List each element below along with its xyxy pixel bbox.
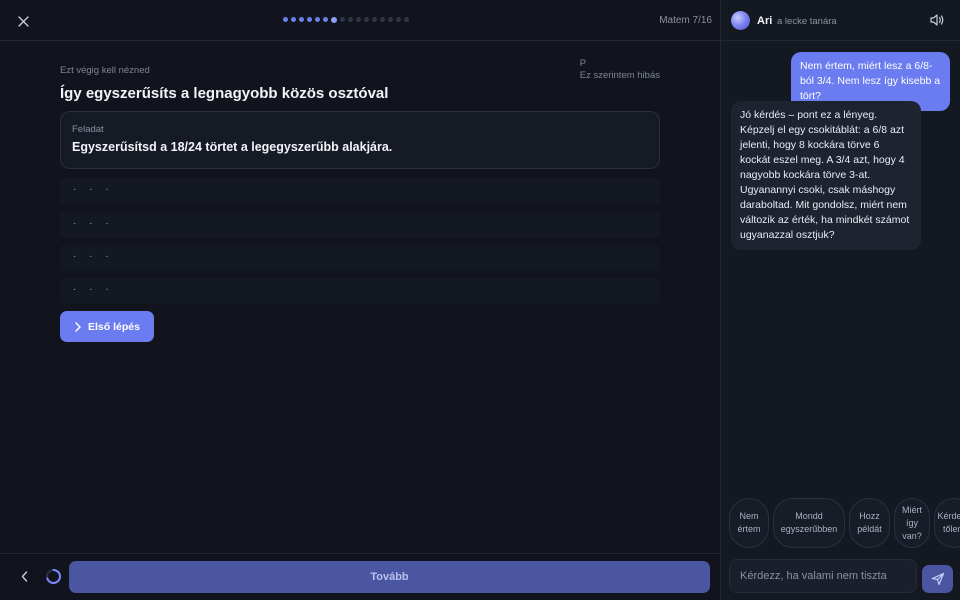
quick-reply-chips: Nem értem Mondd egyszerűbben Hozz példát… xyxy=(729,498,960,549)
report-error-button[interactable]: P Ez szerintem hibás xyxy=(580,58,660,81)
chat-input[interactable] xyxy=(729,559,917,593)
tutor-avatar xyxy=(731,11,750,30)
step-counter: Matem 7/16 xyxy=(659,15,712,26)
lesson-title: Így egyszerűsíts a legnagyobb közös oszt… xyxy=(60,85,389,102)
lesson-topbar: Matem 7/16 xyxy=(0,0,720,41)
progress-dot-11 xyxy=(364,17,369,22)
progress-dot-7 xyxy=(331,16,337,23)
lesson-eyebrow: Ezt végig kell nézned xyxy=(60,65,150,76)
close-icon xyxy=(17,15,29,27)
chat-header: Ari a lecke tanára xyxy=(721,0,960,41)
progress-dot-15 xyxy=(396,17,401,22)
chat-message-tutor: Jó kérdés – pont ez a lényeg. Képzelj el… xyxy=(731,101,921,250)
chat-input-row xyxy=(721,553,960,600)
back-button[interactable] xyxy=(15,566,33,586)
first-step-button[interactable]: Első lépés xyxy=(60,311,154,342)
chevron-left-icon xyxy=(21,570,27,582)
progress-dots xyxy=(283,16,409,23)
next-button[interactable]: Tovább xyxy=(69,561,710,593)
hidden-step-4: · · · xyxy=(60,278,660,304)
chip-hozz-peldat[interactable]: Hozz példát xyxy=(849,498,890,548)
chip-nem-ertem[interactable]: Nem értem xyxy=(729,498,769,548)
app-root: Matem 7/16 Ezt végig kell nézned P Ez sz… xyxy=(0,0,960,600)
progress-dot-8 xyxy=(340,17,345,22)
task-text: Egyszerűsítsd a 18/24 törtet a legegysze… xyxy=(72,140,393,154)
task-card: Feladat Egyszerűsítsd a 18/24 törtet a l… xyxy=(60,111,660,169)
progress-dot-3 xyxy=(299,17,304,22)
chip-miert-igy-van[interactable]: Miért így van? xyxy=(894,498,930,548)
hidden-step-3: · · · xyxy=(60,245,660,271)
tutor-chat-pane: Ari a lecke tanára Nem értem, miért lesz… xyxy=(720,0,960,600)
progress-dot-5 xyxy=(315,17,320,22)
progress-dot-1 xyxy=(283,17,288,22)
chip-kerdezz-tolem[interactable]: Kérdezz tőlem xyxy=(934,498,960,548)
close-button[interactable] xyxy=(13,11,33,31)
hidden-step-2: · · · xyxy=(60,212,660,238)
speaker-icon xyxy=(930,14,944,26)
task-label: Feladat xyxy=(72,124,104,135)
report-label: Ez szerintem hibás xyxy=(579,70,660,81)
progress-dot-6 xyxy=(323,17,328,22)
chevron-right-icon xyxy=(75,321,81,332)
progress-dot-10 xyxy=(356,17,361,22)
loading-spinner-icon xyxy=(46,569,61,584)
send-button[interactable] xyxy=(922,565,953,593)
chip-mondd-egyszerubben[interactable]: Mondd egyszerűbben xyxy=(773,498,845,548)
tutor-role: a lecke tanára xyxy=(777,16,837,27)
hidden-step-1: · · · xyxy=(60,178,660,204)
progress-dot-13 xyxy=(380,17,385,22)
progress-dot-12 xyxy=(372,17,377,22)
progress-dot-16 xyxy=(404,17,409,22)
progress-dot-4 xyxy=(307,17,312,22)
progress-dot-2 xyxy=(291,17,296,22)
lesson-pane: Matem 7/16 Ezt végig kell nézned P Ez sz… xyxy=(0,0,720,600)
progress-dot-9 xyxy=(348,17,353,22)
send-icon xyxy=(931,572,944,586)
report-shortcut-key: P xyxy=(579,58,587,69)
tutor-name: Ari xyxy=(757,15,773,27)
progress-dot-14 xyxy=(388,17,393,22)
lesson-bottombar: Tovább xyxy=(0,553,720,600)
speaker-button[interactable] xyxy=(929,12,947,30)
first-step-label: Első lépés xyxy=(88,320,140,333)
